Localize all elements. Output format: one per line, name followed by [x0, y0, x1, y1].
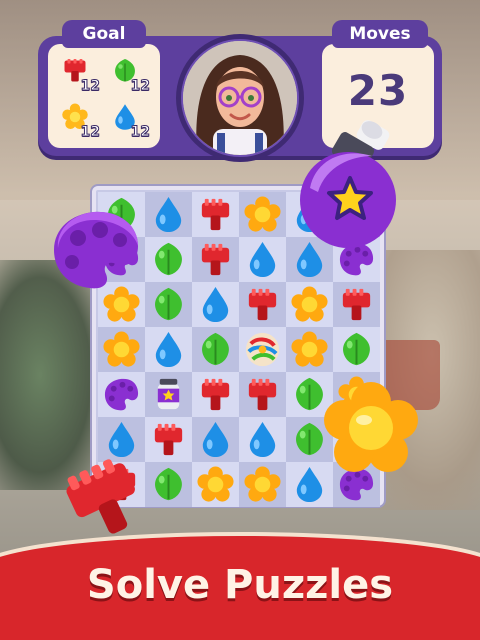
blue-drop-icon	[249, 241, 276, 278]
board-cell[interactable]	[239, 417, 286, 462]
yellow-flower-icon	[103, 331, 140, 367]
board-cell[interactable]	[192, 372, 239, 417]
blue-drop-icon	[202, 286, 229, 323]
goal-grid: 12 12 12 12	[56, 54, 152, 142]
board-cell[interactable]	[239, 372, 286, 417]
red-brush-icon	[201, 378, 230, 411]
board-cell[interactable]	[192, 327, 239, 372]
goal-count: 12	[80, 124, 101, 141]
board-cell[interactable]	[192, 237, 239, 282]
character-portrait-icon	[183, 41, 297, 155]
purple-palette-icon	[104, 378, 139, 411]
board-cell[interactable]	[145, 282, 192, 327]
red-brush-icon	[342, 288, 371, 321]
red-brush-icon	[154, 423, 183, 456]
blue-drop-icon	[202, 421, 229, 458]
board-cell[interactable]	[286, 327, 333, 372]
yellow-flower-icon	[324, 382, 418, 472]
green-leaf-icon	[202, 332, 229, 366]
board-cell[interactable]	[145, 462, 192, 507]
board-cell[interactable]	[333, 282, 380, 327]
moves-counter: 23	[347, 66, 409, 115]
blue-drop-icon	[155, 196, 182, 233]
board-cell[interactable]	[239, 282, 286, 327]
board-cell[interactable]	[145, 372, 192, 417]
board-cell[interactable]	[145, 417, 192, 462]
goal-item-blue-drop: 12	[106, 100, 152, 142]
red-brush-icon	[248, 288, 277, 321]
red-brush-icon	[66, 459, 135, 534]
goal-count: 12	[130, 124, 151, 141]
goal-count: 12	[80, 78, 101, 95]
purple-palette-icon	[54, 211, 138, 289]
board-cell[interactable]	[239, 327, 286, 372]
paint-can-icon	[157, 378, 180, 410]
yellow-flower-icon	[244, 466, 281, 502]
green-leaf-icon	[155, 467, 182, 501]
board-cell[interactable]	[145, 237, 192, 282]
board-cell[interactable]	[98, 327, 145, 372]
yellow-flower-icon	[244, 196, 281, 232]
board-cell[interactable]	[98, 372, 145, 417]
red-brush-icon	[248, 378, 277, 411]
board-cell[interactable]	[239, 462, 286, 507]
character-avatar[interactable]	[183, 41, 297, 155]
board-cell[interactable]	[192, 282, 239, 327]
board-cell[interactable]	[239, 237, 286, 282]
goal-item-green-leaf: 12	[106, 54, 152, 96]
red-brush-icon	[201, 243, 230, 276]
blue-drop-icon	[249, 421, 276, 458]
board-cell[interactable]	[239, 192, 286, 237]
goal-count: 12	[130, 78, 151, 95]
board-cell[interactable]	[192, 417, 239, 462]
board-cell[interactable]	[145, 192, 192, 237]
yellow-flower-icon	[197, 466, 234, 502]
green-leaf-icon	[343, 332, 370, 366]
goal-label: Goal	[62, 20, 146, 48]
yellow-flower-icon	[291, 331, 328, 367]
paint-can-icon	[300, 120, 396, 248]
board-cell[interactable]	[286, 282, 333, 327]
board-cell[interactable]	[145, 327, 192, 372]
rainbow-ball-icon	[245, 332, 280, 367]
banner-title: Solve Puzzles	[86, 562, 394, 608]
board-cell[interactable]	[192, 462, 239, 507]
yellow-flower-icon	[291, 286, 328, 322]
moves-label: Moves	[332, 20, 428, 48]
board-cell[interactable]	[333, 327, 380, 372]
goal-item-red-brush: 12	[56, 54, 102, 96]
goal-item-yellow-flower: 12	[56, 100, 102, 142]
red-brush-icon	[201, 198, 230, 231]
green-leaf-icon	[155, 242, 182, 276]
blue-drop-icon	[155, 331, 182, 368]
board-cell[interactable]	[192, 192, 239, 237]
green-leaf-icon	[155, 287, 182, 321]
